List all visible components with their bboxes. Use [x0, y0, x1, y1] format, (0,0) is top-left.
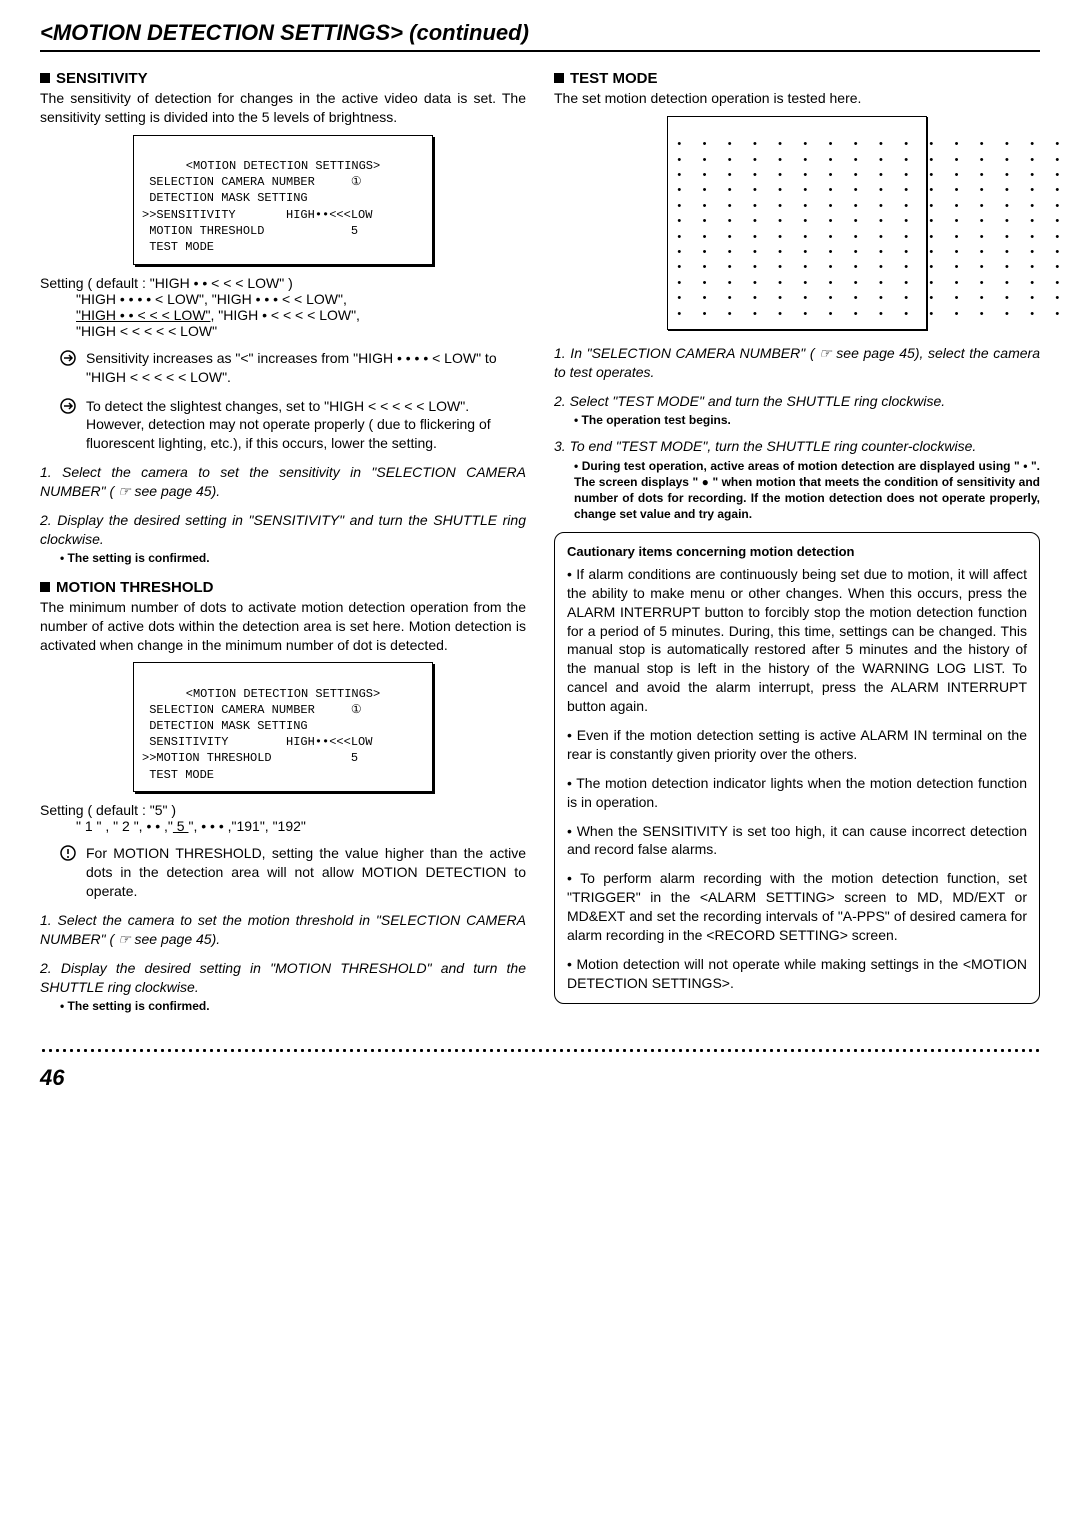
sensitivity-screen: <MOTION DETECTION SETTINGS> SELECTION CA… — [133, 135, 433, 265]
testmode-step-1: 1. In "SELECTION CAMERA NUMBER" ( ☞ see … — [554, 344, 1040, 382]
sensitivity-heading: SENSITIVITY — [40, 70, 526, 87]
caution-box: Cautionary items concerning motion detec… — [554, 532, 1040, 1003]
testmode-step2-sub: • The operation test begins. — [574, 413, 1040, 427]
sensitivity-step-2: 2. Display the desired setting in "SENSI… — [40, 511, 526, 549]
caution-item-1: • If alarm conditions are continuously b… — [567, 565, 1027, 716]
caution-item-3: • The motion detection indicator lights … — [567, 774, 1027, 812]
sensitivity-confirm: • The setting is confirmed. — [60, 551, 526, 565]
caution-icon — [60, 844, 80, 901]
threshold-default: Setting ( default : "5" ) — [40, 802, 526, 818]
page-title: <MOTION DETECTION SETTINGS> (continued) — [40, 20, 1040, 52]
caution-item-2: • Even if the motion detection setting i… — [567, 726, 1027, 764]
threshold-warning: For MOTION THRESHOLD, setting the value … — [60, 844, 526, 901]
right-column: TEST MODE The set motion detection opera… — [554, 70, 1040, 1013]
square-bullet-icon — [40, 582, 50, 592]
caution-item-6: • Motion detection will not operate whil… — [567, 955, 1027, 993]
sensitivity-tip-2: To detect the slightest changes, set to … — [60, 397, 526, 454]
sensitivity-tip-1: Sensitivity increases as "<" increases f… — [60, 349, 526, 387]
caution-heading: Cautionary items concerning motion detec… — [567, 543, 1027, 561]
square-bullet-icon — [554, 73, 564, 83]
sensitivity-option-2: "HIGH • • < < < LOW", "HIGH • < < < < LO… — [76, 307, 526, 323]
caution-item-5: • To perform alarm recording with the mo… — [567, 869, 1027, 945]
screen-title: <MOTION DETECTION SETTINGS> — [142, 158, 424, 174]
dot-grid-box: • • • • • • • • • • • • • • • • • • • • … — [667, 116, 927, 330]
dotted-divider — [40, 1047, 1040, 1053]
testmode-heading: TEST MODE — [554, 70, 1040, 87]
caution-item-4: • When the SENSITIVITY is set too high, … — [567, 822, 1027, 860]
screen-title: <MOTION DETECTION SETTINGS> — [142, 686, 424, 702]
threshold-screen: <MOTION DETECTION SETTINGS> SELECTION CA… — [133, 662, 433, 792]
threshold-intro: The minimum number of dots to activate m… — [40, 598, 526, 655]
sensitivity-option-3: "HIGH < < < < < LOW" — [76, 323, 526, 339]
sensitivity-default: Setting ( default : "HIGH • • < < < LOW"… — [40, 275, 526, 291]
testmode-step-2: 2. Select "TEST MODE" and turn the SHUTT… — [554, 392, 1040, 411]
testmode-intro: The set motion detection operation is te… — [554, 89, 1040, 108]
testmode-step3-sub: • During test operation, active areas of… — [574, 458, 1040, 523]
threshold-step-1: 1. Select the camera to set the motion t… — [40, 911, 526, 949]
left-column: SENSITIVITY The sensitivity of detection… — [40, 70, 526, 1013]
page-number: 46 — [40, 1065, 1040, 1091]
sensitivity-intro: The sensitivity of detection for changes… — [40, 89, 526, 127]
threshold-step-2: 2. Display the desired setting in "MOTIO… — [40, 959, 526, 997]
sensitivity-step-1: 1. Select the camera to set the sensitiv… — [40, 463, 526, 501]
threshold-heading: MOTION THRESHOLD — [40, 579, 526, 596]
circle-arrow-icon — [60, 397, 80, 454]
square-bullet-icon — [40, 73, 50, 83]
threshold-options: " 1 " , " 2 ", • • ," 5 ", • • • ,"191",… — [76, 818, 526, 834]
testmode-step-3: 3. To end "TEST MODE", turn the SHUTTLE … — [554, 437, 1040, 456]
circle-arrow-icon — [60, 349, 80, 387]
sensitivity-option-1: "HIGH • • • • < LOW", "HIGH • • • < < LO… — [76, 291, 526, 307]
threshold-confirm: • The setting is confirmed. — [60, 999, 526, 1013]
